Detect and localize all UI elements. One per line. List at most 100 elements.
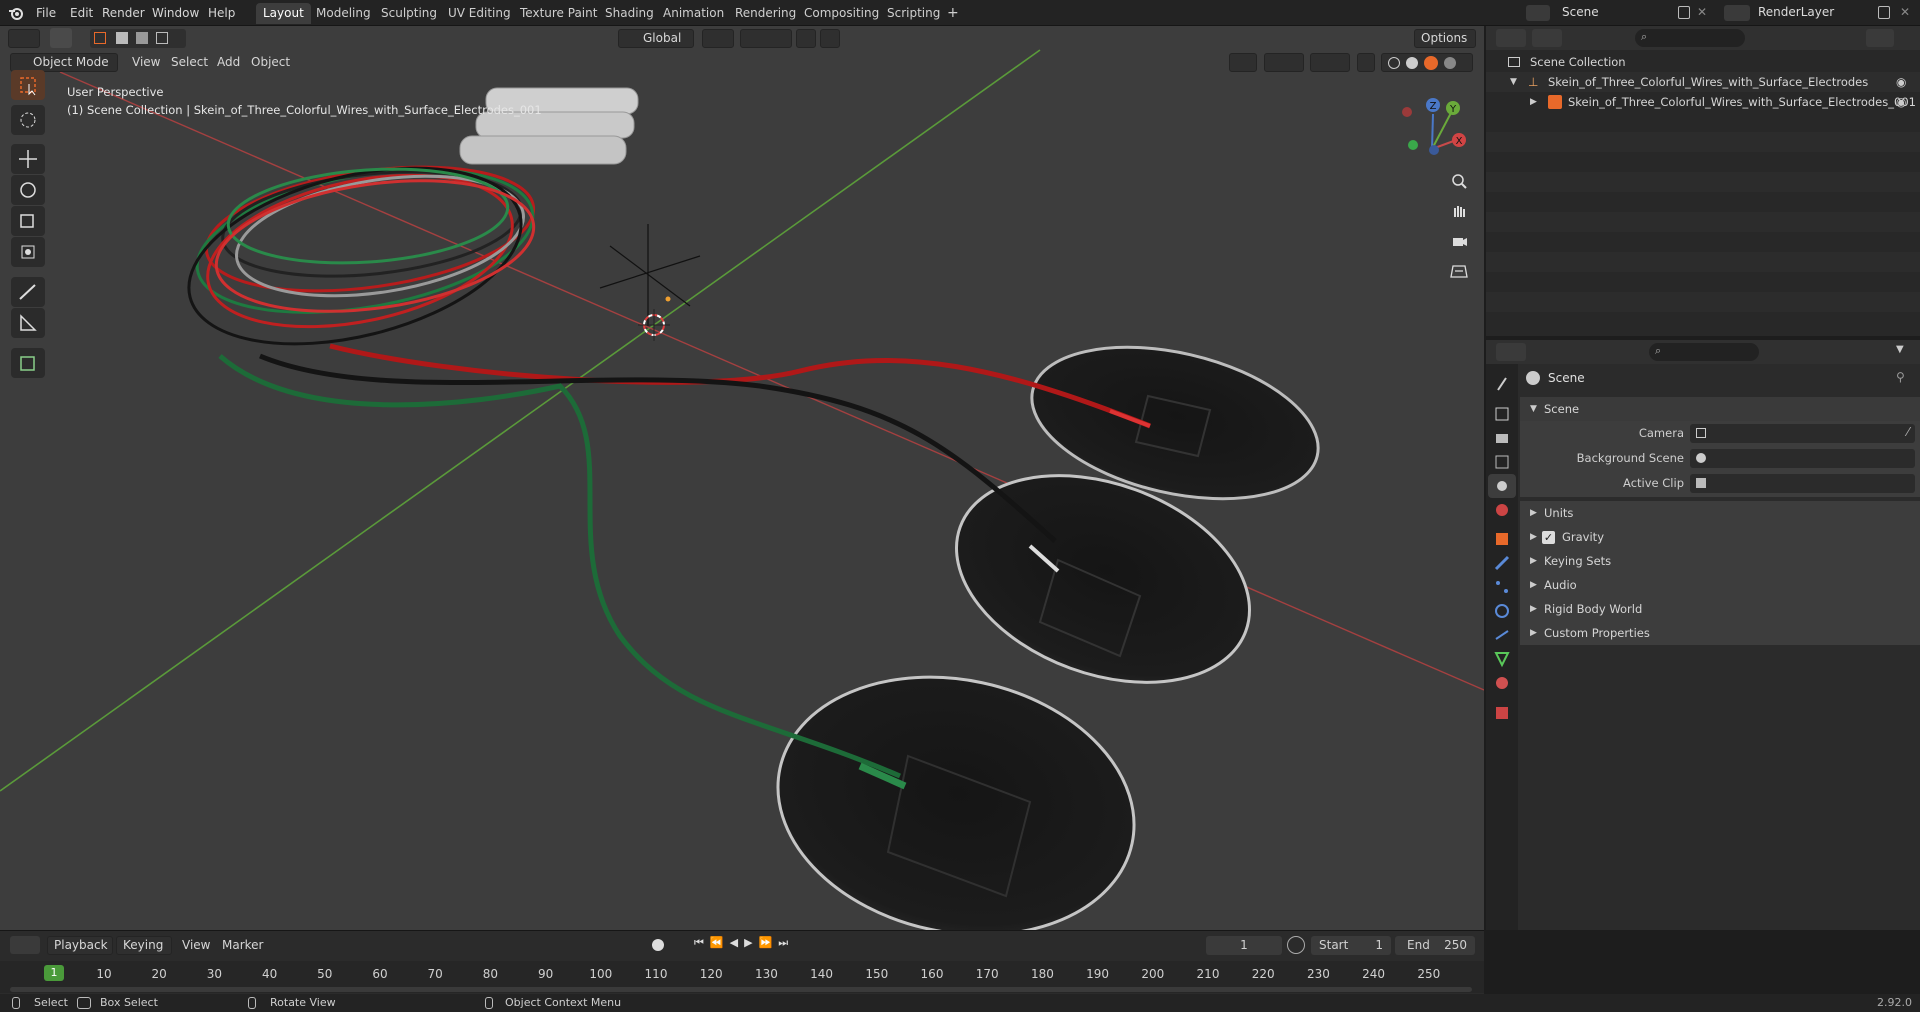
- constraints-tab-icon[interactable]: [1488, 623, 1516, 647]
- eyedropper-icon[interactable]: ⁄: [1907, 425, 1909, 439]
- select-mode-buttons[interactable]: [90, 29, 186, 48]
- prev-keyframe-icon[interactable]: ⏪: [710, 936, 730, 949]
- playback-dropdown[interactable]: Playback: [47, 936, 113, 955]
- editor-type-button[interactable]: [8, 29, 40, 48]
- display-mode-button[interactable]: [1532, 29, 1562, 47]
- tool-transform[interactable]: [11, 237, 45, 267]
- current-frame-marker[interactable]: 1: [44, 965, 64, 981]
- tab-texture-paint[interactable]: Texture Paint: [513, 3, 604, 24]
- current-frame-field[interactable]: 1: [1206, 936, 1282, 955]
- timeline-scrollbar[interactable]: [10, 987, 1472, 992]
- new-scene-icon[interactable]: [1678, 6, 1690, 19]
- outliner-item-child[interactable]: ▶ Skein_of_Three_Colorful_Wires_with_Sur…: [1486, 92, 1920, 112]
- custom-properties-panel-header[interactable]: ▶ Custom Properties: [1520, 621, 1920, 645]
- wireframe-shading-icon[interactable]: [1388, 57, 1400, 69]
- play-icon[interactable]: ▶: [744, 936, 758, 949]
- snap-dropdown[interactable]: [740, 29, 792, 48]
- mode-extend-icon[interactable]: [116, 32, 128, 44]
- timeline-editor[interactable]: Playback Keying View Marker ⏮⏪◀▶⏩⏭ 1 Sta…: [0, 930, 1484, 1002]
- tab-scripting[interactable]: Scripting: [880, 3, 947, 24]
- visibility-eye-icon[interactable]: ◉: [1896, 92, 1906, 112]
- mode-subtract-icon[interactable]: [136, 32, 148, 44]
- menu-edit[interactable]: Edit: [64, 4, 99, 22]
- properties-editor-type-button[interactable]: [1496, 343, 1526, 361]
- tab-animation[interactable]: Animation: [656, 3, 731, 24]
- blender-logo-icon[interactable]: [8, 5, 24, 21]
- menu-window[interactable]: Window: [146, 4, 205, 22]
- world-tab-icon[interactable]: [1488, 498, 1516, 522]
- play-reverse-icon[interactable]: ◀: [730, 936, 744, 949]
- tab-uv-editing[interactable]: UV Editing: [441, 3, 518, 24]
- frame-ruler[interactable]: 10 20 30 40 50 60 70 80 90 100 110 120 130 140 150 160 1…: [0, 961, 1484, 993]
- stopwatch-icon[interactable]: [1287, 936, 1305, 954]
- viewport-menu-object[interactable]: Object: [251, 53, 290, 72]
- keying-sets-panel-header[interactable]: ▶ Keying Sets: [1520, 549, 1920, 573]
- jump-end-icon[interactable]: ⏭: [778, 936, 794, 949]
- new-collection-icon[interactable]: [1897, 29, 1915, 47]
- tab-sculpting[interactable]: Sculpting: [374, 3, 444, 24]
- output-tab-icon[interactable]: [1488, 426, 1516, 450]
- shading-mode-buttons[interactable]: [1381, 53, 1473, 72]
- render-tab-icon[interactable]: [1488, 402, 1516, 426]
- properties-panel[interactable]: ⌕ ▼ Scene ⚲ ▼ Scene Camera ⁄ Background …: [1486, 340, 1920, 930]
- timeline-menu-view[interactable]: View: [182, 936, 210, 955]
- next-keyframe-icon[interactable]: ⏩: [759, 936, 779, 949]
- viewport-scene[interactable]: Z Y X: [0, 26, 1484, 930]
- viewport-menu-view[interactable]: View: [132, 53, 160, 72]
- timeline-menu-marker[interactable]: Marker: [222, 936, 263, 955]
- mode-new-icon[interactable]: [94, 32, 106, 44]
- outliner-item-parent[interactable]: ▼ ⊥ Skein_of_Three_Colorful_Wires_with_S…: [1486, 72, 1920, 92]
- mode-invert-icon[interactable]: [156, 32, 168, 44]
- tab-rendering[interactable]: Rendering: [728, 3, 803, 24]
- texture-tab-icon[interactable]: [1488, 701, 1516, 725]
- rendered-shading-icon[interactable]: [1444, 57, 1456, 69]
- camera-field[interactable]: ⁄: [1690, 424, 1915, 443]
- solid-shading-icon[interactable]: [1406, 57, 1418, 69]
- outliner-editor-type-button[interactable]: [1496, 29, 1526, 47]
- pan-hand-icon[interactable]: [1446, 198, 1472, 224]
- timeline-editor-type-button[interactable]: [10, 936, 40, 954]
- tab-modeling[interactable]: Modeling: [309, 3, 378, 24]
- tool-annotate[interactable]: [11, 277, 45, 307]
- tool-add-cube[interactable]: [11, 348, 45, 378]
- outliner-search-input[interactable]: ⌕: [1635, 29, 1745, 47]
- zoom-icon[interactable]: [1446, 168, 1472, 194]
- camera-view-icon[interactable]: [1446, 228, 1472, 254]
- select-tool-icon[interactable]: [50, 28, 72, 48]
- new-view-layer-icon[interactable]: [1878, 6, 1890, 19]
- rigid-body-world-panel-header[interactable]: ▶ Rigid Body World: [1520, 597, 1920, 621]
- chevron-down-icon[interactable]: ▼: [1896, 344, 1904, 355]
- jump-start-icon[interactable]: ⏮: [694, 936, 710, 949]
- tool-cursor[interactable]: [11, 105, 45, 135]
- gravity-checkbox[interactable]: ✓: [1542, 531, 1555, 544]
- delete-view-layer-icon[interactable]: ✕: [1900, 5, 1910, 19]
- tool-rotate[interactable]: [11, 175, 45, 205]
- audio-panel-header[interactable]: ▶ Audio: [1520, 573, 1920, 597]
- data-tab-icon[interactable]: [1488, 647, 1516, 671]
- object-tab-icon[interactable]: [1488, 527, 1516, 551]
- start-frame-field[interactable]: Start 1: [1311, 936, 1391, 955]
- record-button[interactable]: [650, 937, 684, 955]
- scene-panel-header[interactable]: ▼ Scene: [1520, 397, 1920, 421]
- tool-select-box[interactable]: [11, 70, 45, 100]
- transform-orientation-dropdown[interactable]: Global: [618, 29, 694, 48]
- keying-dropdown[interactable]: Keying: [116, 936, 172, 955]
- end-frame-field[interactable]: End 250: [1395, 936, 1475, 955]
- material-tab-icon[interactable]: [1488, 671, 1516, 695]
- material-shading-icon[interactable]: [1424, 56, 1438, 70]
- units-panel-header[interactable]: ▶ Units: [1520, 501, 1920, 525]
- properties-search-input[interactable]: ⌕: [1649, 343, 1759, 361]
- pin-icon[interactable]: ⚲: [1896, 370, 1905, 384]
- active-clip-field[interactable]: [1690, 474, 1915, 493]
- expand-arrow-icon[interactable]: ▶: [1530, 92, 1537, 112]
- viewport-menu-add[interactable]: Add: [217, 53, 240, 72]
- visibility-dropdown[interactable]: [1229, 53, 1257, 72]
- falloff-button[interactable]: [820, 29, 840, 48]
- scene-selector[interactable]: Scene: [1524, 3, 1700, 23]
- gravity-panel-header[interactable]: ▶ ✓ Gravity: [1520, 525, 1920, 549]
- menu-file[interactable]: File: [30, 4, 62, 22]
- menu-help[interactable]: Help: [202, 4, 241, 22]
- tab-shading[interactable]: Shading: [598, 3, 661, 24]
- tab-compositing[interactable]: Compositing: [797, 3, 886, 24]
- add-workspace-button[interactable]: +: [940, 3, 966, 24]
